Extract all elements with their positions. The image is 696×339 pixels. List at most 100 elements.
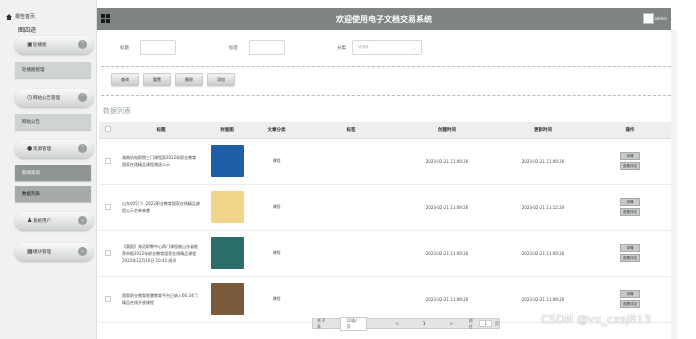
detail-button[interactable]: 详情 <box>620 244 640 252</box>
column-header: 标签 <box>305 122 397 139</box>
row-cover-cell <box>206 276 248 323</box>
username[interactable]: admin <box>654 16 667 21</box>
view-comments-button[interactable]: 查看评论 <box>620 300 640 308</box>
view-comments-button[interactable]: 查看评论 <box>620 208 640 216</box>
cover-image <box>210 145 244 177</box>
avatar[interactable] <box>643 13 654 24</box>
top-header: 欢迎使用电子文档交易系统 admin <box>97 8 671 30</box>
chevron-up-icon: ⌃ <box>78 40 87 49</box>
row-category: 课程 <box>248 184 305 231</box>
select-all-checkbox[interactable] <box>104 125 111 132</box>
detail-button[interactable]: 详情 <box>620 152 640 160</box>
sidebar-sub-notice[interactable]: 网站公告 <box>15 114 91 130</box>
row-select-cell[interactable] <box>99 184 116 231</box>
title-label: 标题 <box>120 45 129 51</box>
next-page-button[interactable]: > <box>449 321 452 326</box>
chevron-up-icon: ⌃ <box>78 144 87 153</box>
row-checkbox[interactable] <box>104 249 111 256</box>
table-row: 湖南机电职院三门课程获2022年职业教育国家在线精品课程遴选公示 课程 2023-0… <box>99 138 671 185</box>
sidebar-user-label: 图四迹 <box>18 27 37 34</box>
clock-icon: ◷ <box>27 94 33 101</box>
search-row: 标题 标签 分类 请选择 ⌄ <box>120 40 422 55</box>
home-icon <box>6 13 12 20</box>
row-cover-cell <box>206 138 248 185</box>
sidebar-sub-news[interactable]: 新闻资讯 <box>15 165 91 181</box>
select-all-cell[interactable] <box>99 122 116 139</box>
delete-button[interactable]: 删除 <box>175 73 203 86</box>
row-created: 2023-02-21 11:09:26 <box>397 138 497 185</box>
sidebar-item-resource[interactable]: ● 资源管理 ⌃ <box>15 140 93 158</box>
category-select[interactable]: 请选择 ⌄ <box>352 40 422 55</box>
reset-button[interactable]: 重置 <box>143 73 171 86</box>
row-title: 【喜报】海北职教中心两门课程被山东省推荐申报2022年职业教育国家在线精品课程 … <box>116 230 206 277</box>
table-row: 山东005门！2022职业教育国家在线精品课程公示名单来袭 课程 2023-02-2… <box>99 184 671 231</box>
home-link[interactable]: 报告首页 <box>6 13 35 20</box>
goto-unit: 页 <box>495 320 499 326</box>
row-select-cell[interactable] <box>99 230 116 277</box>
row-actions: 详情 查看评论 <box>589 184 671 231</box>
sidebar-item-notice[interactable]: ◷ 网站公告管理 ⌃ <box>15 89 93 107</box>
row-updated: 2023-02-21 11:12:20 <box>497 184 589 231</box>
view-comments-button[interactable]: 查看评论 <box>620 162 640 170</box>
row-actions: 详情 查看评论 <box>589 138 671 185</box>
app-title: 欢迎使用电子文档交易系统 <box>336 15 432 24</box>
pagination: 共 4 条 10条/页 < 1 > 前往 1 页 <box>312 316 500 331</box>
data-table: 标题 封面图 文章分类 标签 创建时间 更新时间 操作 湖南机电职院三门课程获2… <box>99 122 671 323</box>
cover-image <box>210 237 244 269</box>
prev-page-button[interactable]: < <box>395 321 398 326</box>
detail-button[interactable]: 详情 <box>620 198 640 206</box>
detail-button[interactable]: 详情 <box>620 290 640 298</box>
add-button[interactable]: 添加 <box>207 73 235 86</box>
sidebar-item-label: 系统用户 <box>33 219 51 224</box>
row-title: 山东005门！2022职业教育国家在线精品课程公示名单来袭 <box>116 184 206 231</box>
column-header[interactable]: 标题 <box>116 122 206 139</box>
page-size-select[interactable]: 10条/页 <box>339 316 368 331</box>
row-category: 课程 <box>248 230 305 277</box>
row-select-cell[interactable] <box>99 138 116 185</box>
row-updated: 2023-02-21 11:09:26 <box>497 138 589 185</box>
row-checkbox[interactable] <box>104 203 111 210</box>
sidebar-item-modules[interactable]: ▦ 模块管理 ⌄ <box>15 243 93 261</box>
sidebar-item-label: 轮播图 <box>33 43 47 48</box>
tag-input[interactable] <box>249 40 285 55</box>
vertical-scrollbar[interactable] <box>671 30 677 339</box>
row-cover-cell <box>206 230 248 277</box>
user-icon: ♟ <box>27 217 33 224</box>
sidebar-sub-data-list[interactable]: 数据列表 <box>15 186 91 202</box>
goto-label: 前往 <box>468 317 473 329</box>
row-title: 湖南机电职院三门课程获2022年职业教育国家在线精品课程遴选公示 <box>116 138 206 185</box>
sidebar-item-label: 网站公告管理 <box>33 96 60 101</box>
tag-label: 标签 <box>229 45 238 51</box>
column-header: 封面图 <box>206 122 248 139</box>
divider <box>101 95 671 96</box>
search-button[interactable]: 查询 <box>111 73 139 86</box>
image-icon: ▣ <box>27 41 33 48</box>
row-select-cell[interactable] <box>99 276 116 323</box>
chevron-down-icon: ⌄ <box>78 216 87 225</box>
sidebar-sub-carousel-manage[interactable]: 轮播图管理 <box>15 62 91 78</box>
table-row: 【喜报】海北职教中心两门课程被山东省推荐申报2022年职业教育国家在线精品课程 … <box>99 230 671 277</box>
row-tag <box>305 276 397 323</box>
chevron-down-icon: ⌄ <box>78 247 87 256</box>
sidebar-item-label: 模块管理 <box>33 250 51 255</box>
column-header[interactable]: 更新时间 <box>497 122 589 139</box>
row-checkbox[interactable] <box>104 295 111 302</box>
pager-total: 共 4 条 <box>317 317 325 329</box>
sidebar-item-carousel[interactable]: ▣ 轮播图 ⌃ <box>15 36 93 54</box>
row-cover-cell <box>206 184 248 231</box>
section-title: 数据列表 <box>103 107 131 115</box>
row-tag <box>305 230 397 277</box>
current-page[interactable]: 1 <box>423 321 426 326</box>
table-header-row: 标题 封面图 文章分类 标签 创建时间 更新时间 操作 <box>99 122 671 139</box>
goto-page-input[interactable]: 1 <box>479 320 492 327</box>
column-header[interactable]: 文章分类 <box>248 122 305 139</box>
title-input[interactable] <box>140 40 176 55</box>
column-header[interactable]: 创建时间 <box>397 122 497 139</box>
category-label: 分类 <box>337 45 346 51</box>
home-label: 报告首页 <box>15 14 36 20</box>
view-comments-button[interactable]: 查看评论 <box>620 254 640 262</box>
row-checkbox[interactable] <box>104 157 111 164</box>
sidebar-item-users[interactable]: ♟ 系统用户 ⌄ <box>15 212 93 230</box>
row-category: 课程 <box>248 138 305 185</box>
row-tag <box>305 138 397 185</box>
